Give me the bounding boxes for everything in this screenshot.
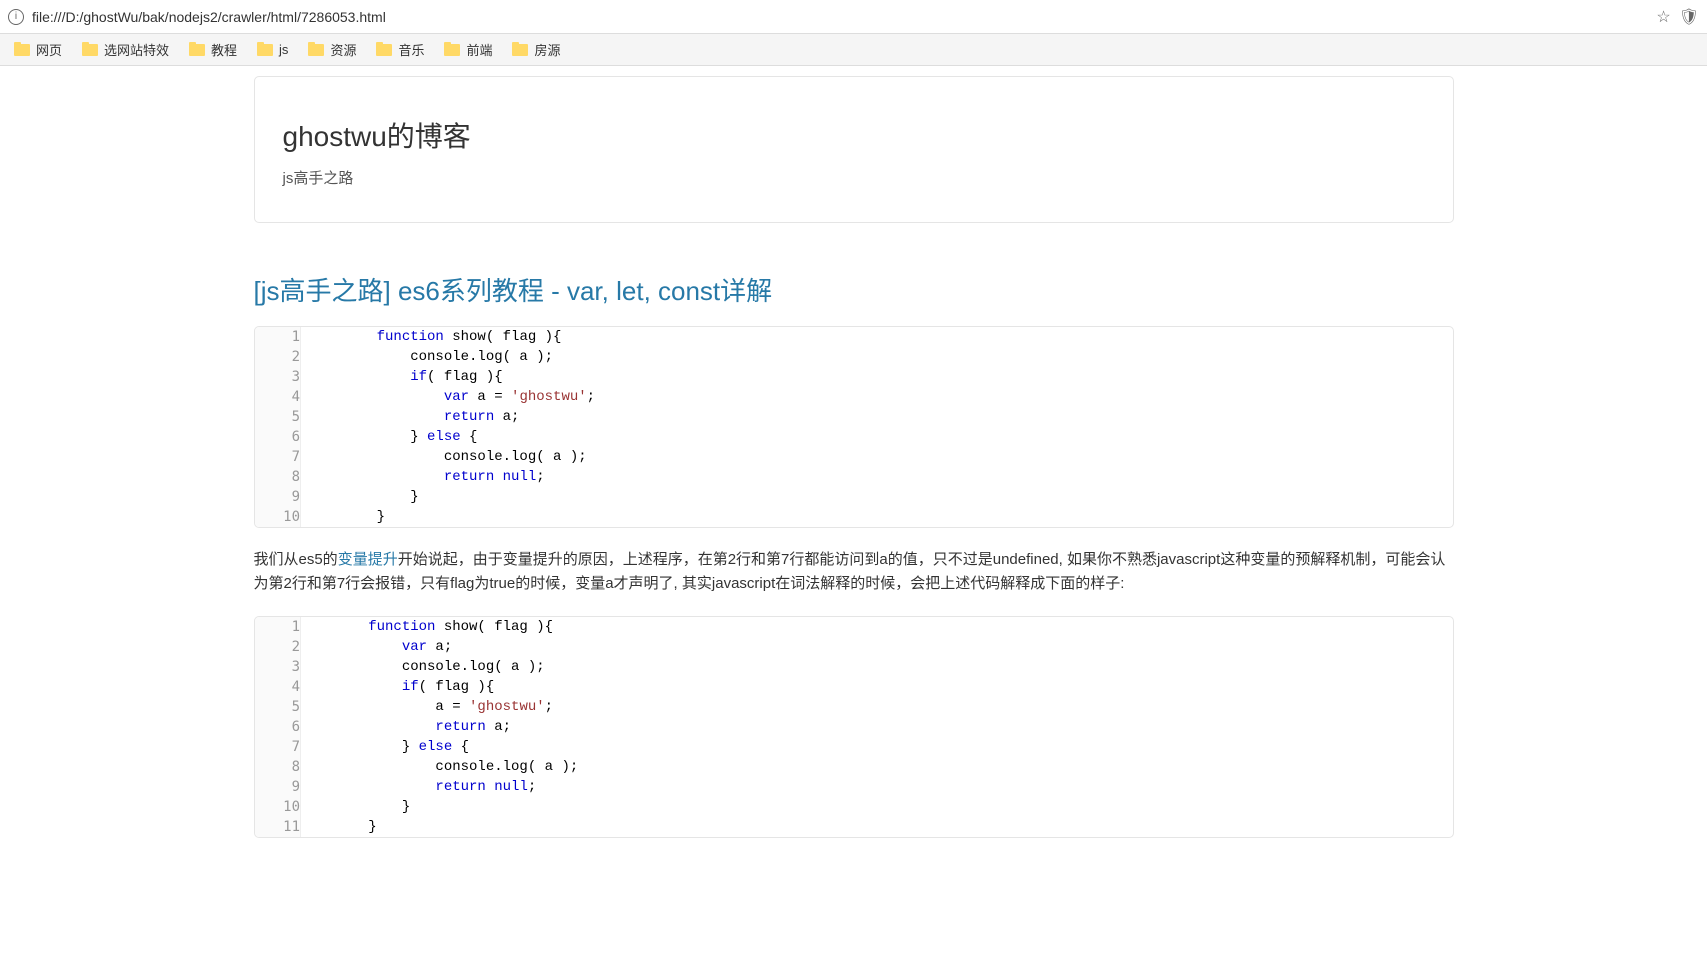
blog-header: ghostwu的博客 js高手之路 [254, 76, 1454, 223]
folder-icon [308, 44, 324, 56]
bookmark-label: 房源 [534, 40, 560, 59]
bookmark-item[interactable]: js [257, 42, 288, 57]
bookmark-item[interactable]: 教程 [189, 40, 237, 59]
info-icon[interactable]: i [8, 9, 24, 25]
line-numbers: 1 2 3 4 5 6 7 8 9 10 [255, 327, 301, 527]
bookmark-item[interactable]: 选网站特效 [82, 40, 169, 59]
folder-icon [512, 44, 528, 56]
bookmark-item[interactable]: 房源 [512, 40, 560, 59]
bookmark-item[interactable]: 资源 [308, 40, 356, 59]
bookmark-label: js [279, 42, 288, 57]
bookmarks-bar: 网页 选网站特效 教程 js 资源 音乐 前端 房源 [0, 34, 1707, 66]
line-numbers: 1 2 3 4 5 6 7 8 9 10 11 [255, 617, 301, 837]
link-variable-hoisting[interactable]: 变量提升 [338, 551, 398, 568]
blog-title: ghostwu的博客 [283, 115, 1425, 155]
folder-icon [257, 44, 273, 56]
article-title[interactable]: [js高手之路] es6系列教程 - var, let, const详解 [254, 271, 1454, 308]
star-icon[interactable]: ☆ [1656, 7, 1670, 27]
folder-icon [82, 44, 98, 56]
bookmark-label: 选网站特效 [104, 40, 169, 59]
code-content: function show( flag ){ console.log( a );… [301, 327, 1453, 527]
url-text[interactable]: file:///D:/ghostWu/bak/nodejs2/crawler/h… [32, 9, 1648, 25]
bookmark-item[interactable]: 网页 [14, 40, 62, 59]
bookmark-label: 资源 [330, 40, 356, 59]
code-content: function show( flag ){ var a; console.lo… [301, 617, 1453, 837]
folder-icon [189, 44, 205, 56]
bookmark-label: 前端 [466, 40, 492, 59]
folder-icon [14, 44, 30, 56]
blog-subtitle: js高手之路 [283, 167, 1425, 188]
code-block-1: 1 2 3 4 5 6 7 8 9 10 function show( flag… [254, 326, 1454, 528]
code-block-2: 1 2 3 4 5 6 7 8 9 10 11 function show( f… [254, 616, 1454, 838]
shield-icon[interactable]: 🛡 [1679, 7, 1699, 27]
page-content: ghostwu的博客 js高手之路 [js高手之路] es6系列教程 - var… [244, 76, 1464, 838]
bookmark-label: 网页 [36, 40, 62, 59]
bookmark-label: 音乐 [398, 40, 424, 59]
bookmark-label: 教程 [211, 40, 237, 59]
folder-icon [376, 44, 392, 56]
paragraph: 我们从es5的变量提升开始说起，由于变量提升的原因，上述程序，在第2行和第7行都… [254, 548, 1454, 596]
bookmark-item[interactable]: 音乐 [376, 40, 424, 59]
bookmark-item[interactable]: 前端 [444, 40, 492, 59]
address-bar: i file:///D:/ghostWu/bak/nodejs2/crawler… [0, 0, 1707, 34]
folder-icon [444, 44, 460, 56]
